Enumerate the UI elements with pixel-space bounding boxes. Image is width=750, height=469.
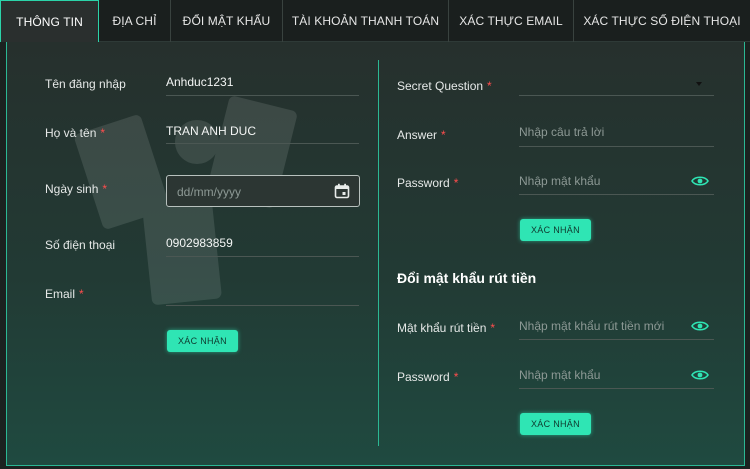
profile-submit-button[interactable]: XÁC NHẬN <box>167 330 238 352</box>
phone-value: 0902983859 <box>166 236 233 250</box>
secret-question-select[interactable] <box>519 76 714 94</box>
eye-icon[interactable] <box>691 369 709 381</box>
secret-question-label: Secret Question * <box>397 79 492 93</box>
email-label: Email * <box>45 287 84 301</box>
username-value: Anhduc1231 <box>166 75 234 89</box>
tab-xac-thuc-so-dien-thoai[interactable]: XÁC THỰC SỐ ĐIỆN THOẠI <box>574 0 750 42</box>
birthday-field[interactable]: dd/mm/yyyy <box>166 175 360 207</box>
answer-label: Answer * <box>397 128 446 142</box>
tab-tai-khoan-thanh-toan[interactable]: TÀI KHOẢN THANH TOÁN <box>283 0 449 42</box>
tab-doi-mat-khau[interactable]: ĐỔI MẬT KHẨU <box>171 0 283 42</box>
fullname-field[interactable]: TRAN ANH DUC <box>166 124 256 138</box>
tab-label: TÀI KHOẢN THANH TOÁN <box>291 14 440 28</box>
phone-label: Số điện thoại <box>45 238 116 252</box>
profile-panel: Tên đăng nhập Anhduc1231 Họ và tên * TRAN… <box>6 42 745 466</box>
withdraw-password-field[interactable]: Nhập mật khẩu rút tiền mới <box>519 319 664 333</box>
password-underline <box>519 194 714 195</box>
chevron-down-icon[interactable] <box>696 82 702 86</box>
answer-underline <box>519 146 714 147</box>
column-divider <box>378 60 379 446</box>
eye-icon[interactable] <box>691 175 709 187</box>
tab-label: THÔNG TIN <box>16 14 83 29</box>
username-underline <box>166 95 359 96</box>
withdraw-submit-button[interactable]: XÁC NHẬN <box>520 413 591 435</box>
secret-question-underline <box>519 95 714 96</box>
email-underline <box>166 305 359 306</box>
withdraw-confirm-label: Password * <box>397 370 459 384</box>
tab-bar: THÔNG TIN ĐỊA CHỈ ĐỔI MẬT KHẨU TÀI KHOẢN… <box>0 0 750 42</box>
withdraw-confirm-field[interactable]: Nhập mật khẩu <box>519 368 600 382</box>
password-field[interactable]: Nhập mật khẩu <box>519 174 600 188</box>
withdraw-password-label: Mật khẩu rút tiền * <box>397 321 496 335</box>
password-label: Password * <box>397 176 459 190</box>
tab-label: ĐỊA CHỈ <box>112 14 157 28</box>
tab-label: XÁC THỰC EMAIL <box>459 14 563 28</box>
birthday-placeholder: dd/mm/yyyy <box>177 185 242 199</box>
birthday-label: Ngày sinh * <box>45 182 108 196</box>
withdraw-confirm-underline <box>519 388 714 389</box>
withdraw-password-title: Đổi mật khẩu rút tiền <box>397 270 537 286</box>
calendar-icon[interactable] <box>334 183 350 199</box>
withdraw-password-underline <box>519 339 714 340</box>
phone-underline <box>166 256 359 257</box>
tab-thong-tin[interactable]: THÔNG TIN <box>0 0 99 42</box>
tab-dia-chi[interactable]: ĐỊA CHỈ <box>99 0 171 42</box>
security-submit-button[interactable]: XÁC NHẬN <box>520 219 591 241</box>
email-field[interactable] <box>166 286 359 304</box>
fullname-underline <box>166 143 359 144</box>
answer-field[interactable]: Nhập câu trả lời <box>519 125 604 139</box>
tab-label: ĐỔI MẬT KHẨU <box>182 14 271 28</box>
tab-label: XÁC THỰC SỐ ĐIỆN THOẠI <box>583 14 741 28</box>
fullname-label: Họ và tên * <box>45 126 106 140</box>
tab-xac-thuc-email[interactable]: XÁC THỰC EMAIL <box>449 0 574 42</box>
eye-icon[interactable] <box>691 320 709 332</box>
username-label: Tên đăng nhập <box>45 77 126 91</box>
